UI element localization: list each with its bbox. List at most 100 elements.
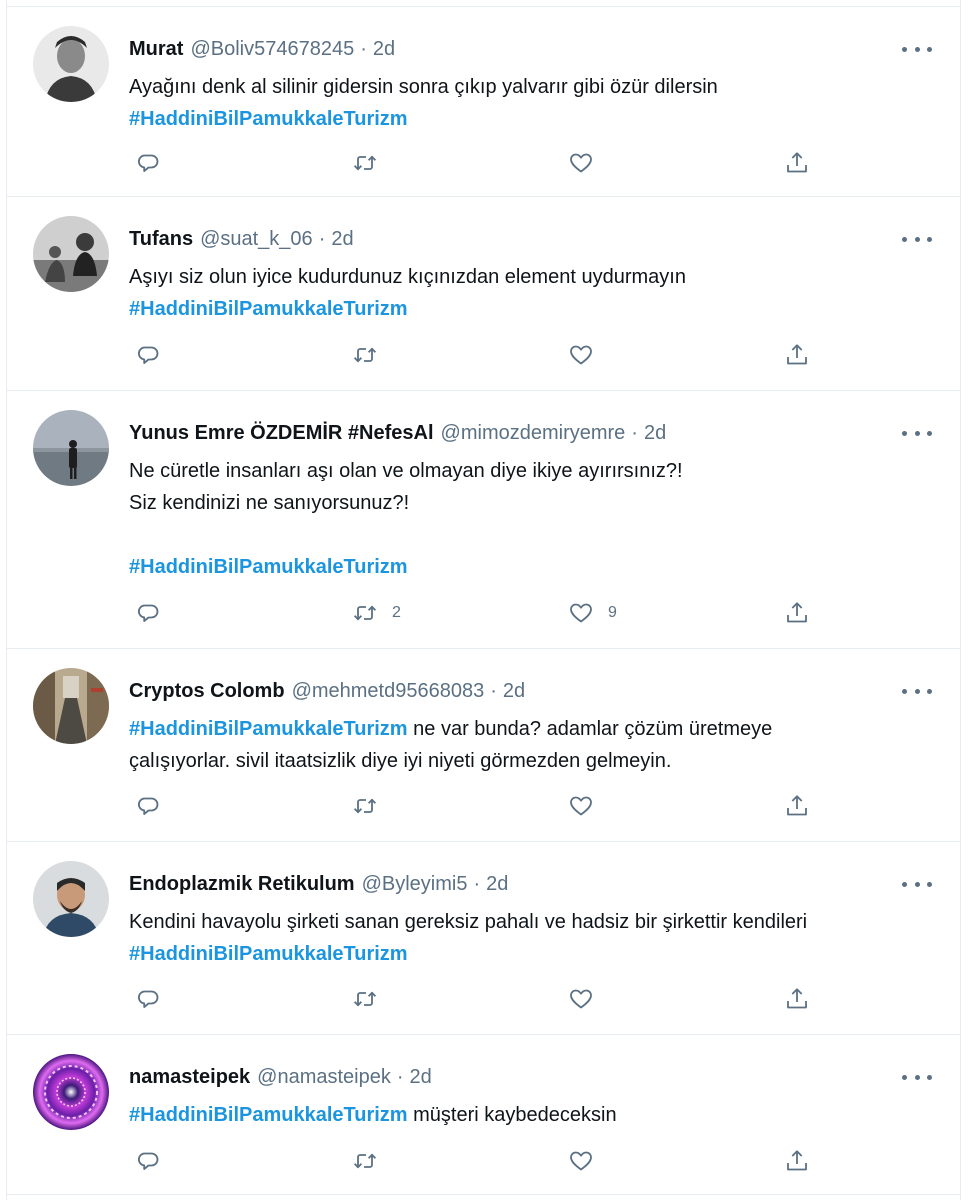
tweet-timestamp[interactable]: 2d (503, 680, 525, 703)
retweet-button[interactable] (352, 340, 392, 370)
share-button[interactable] (784, 598, 810, 628)
tweet-actions (129, 1146, 810, 1176)
tweet-line: Aşıyı siz olun iyice kudurdunuz kıçınızd… (129, 266, 686, 288)
share-icon (787, 795, 807, 816)
author-handle[interactable]: @Byleyimi5 (362, 873, 468, 896)
avatar[interactable] (33, 410, 109, 486)
tweet-header: Yunus Emre ÖZDEMİR #NefesAl @mimozdemiry… (129, 419, 666, 447)
share-icon (787, 344, 807, 365)
tweet-line: Ne cüretle insanları aşı olan ve olmayan… (129, 460, 683, 482)
share-button[interactable] (784, 148, 810, 178)
reply-button[interactable] (136, 984, 162, 1014)
share-button[interactable] (784, 791, 810, 821)
reply-button[interactable] (136, 791, 162, 821)
tweet-actions: 2 9 (129, 598, 810, 628)
hashtag-link[interactable]: #HaddiniBilPamukkaleTurizm (129, 718, 408, 740)
like-button[interactable] (568, 984, 608, 1014)
tweet-timestamp[interactable]: 2d (373, 38, 395, 61)
tweet-card[interactable]: Tufans @suat_k_06 · 2d Aşıyı siz olun iy… (7, 197, 960, 391)
avatar[interactable] (33, 668, 109, 744)
more-options-icon[interactable] (902, 425, 932, 441)
author-handle[interactable]: @suat_k_06 (200, 228, 313, 251)
tweet-text-inline: müşteri kaybedeceksin (407, 1104, 617, 1126)
tweet-card[interactable]: Yunus Emre ÖZDEMİR #NefesAl @mimozdemiry… (7, 391, 960, 649)
share-button[interactable] (784, 984, 810, 1014)
author-name[interactable]: Cryptos Colomb (129, 680, 285, 703)
tweet-timestamp[interactable]: 2d (410, 1066, 432, 1089)
like-button[interactable] (568, 148, 608, 178)
tweet-card[interactable]: Murat @Boliv574678245 · 2d Ayağını denk … (7, 6, 960, 197)
retweet-button[interactable] (352, 984, 392, 1014)
more-options-icon[interactable] (902, 683, 932, 699)
tweet-card[interactable]: Endoplazmik Retikulum @Byleyimi5 · 2d Ke… (7, 842, 960, 1035)
hashtag-link[interactable]: #HaddiniBilPamukkaleTurizm (129, 103, 938, 135)
author-handle[interactable]: @mehmetd95668083 (292, 680, 485, 703)
reply-icon (137, 1152, 159, 1170)
hashtag-link[interactable]: #HaddiniBilPamukkaleTurizm (129, 1104, 408, 1126)
separator-dot: · (473, 872, 481, 895)
tweet-line: Ayağını denk al silinir gidersin sonra ç… (129, 76, 718, 98)
author-handle[interactable]: @namasteipek (257, 1066, 391, 1089)
tweet-line: Kendini havayolu şirketi sanan gereksiz … (129, 911, 808, 933)
more-options-icon[interactable] (902, 41, 932, 57)
reply-button[interactable] (136, 598, 162, 628)
reply-icon (137, 990, 159, 1008)
tweet-timestamp[interactable]: 2d (644, 422, 666, 445)
retweet-icon (353, 991, 377, 1007)
author-name[interactable]: Tufans (129, 228, 193, 251)
avatar[interactable] (33, 1054, 109, 1130)
like-button[interactable] (568, 340, 608, 370)
reply-button[interactable] (136, 148, 162, 178)
author-handle[interactable]: @Boliv574678245 (190, 38, 354, 61)
author-name[interactable]: Yunus Emre ÖZDEMİR #NefesAl (129, 422, 434, 445)
avatar[interactable] (33, 216, 109, 292)
hashtag-link[interactable]: #HaddiniBilPamukkaleTurizm (129, 293, 938, 325)
share-icon (787, 152, 807, 173)
author-name[interactable]: namasteipek (129, 1066, 250, 1089)
retweet-icon (353, 347, 377, 363)
tweet-text-inline: ne var bunda? adamlar çözüm üretmeye (407, 718, 773, 740)
more-options-icon[interactable] (902, 1069, 932, 1085)
hashtag-link[interactable]: #HaddiniBilPamukkaleTurizm (129, 551, 938, 583)
share-icon (787, 1150, 807, 1171)
retweet-button[interactable]: 2 (352, 598, 401, 628)
like-button[interactable] (568, 791, 608, 821)
more-options-icon[interactable] (902, 876, 932, 892)
separator-dot: · (490, 679, 497, 702)
retweet-icon (353, 605, 377, 621)
tweet-text: #HaddiniBilPamukkaleTurizm ne var bunda?… (129, 713, 938, 777)
tweet-timestamp[interactable]: 2d (331, 228, 353, 251)
author-name[interactable]: Endoplazmik Retikulum (129, 873, 355, 896)
author-handle[interactable]: @mimozdemiryemre (441, 422, 626, 445)
reply-button[interactable] (136, 1146, 162, 1176)
tweet-card[interactable]: Cryptos Colomb @mehmetd95668083 · 2d #Ha… (7, 649, 960, 842)
tweet-timestamp[interactable]: 2d (486, 873, 508, 896)
reply-icon (137, 797, 159, 815)
share-button[interactable] (784, 340, 810, 370)
tweet-actions (129, 984, 810, 1014)
retweet-count: 2 (392, 604, 401, 621)
heart-icon (570, 153, 592, 173)
separator-dot: · (360, 37, 367, 60)
like-button[interactable]: 9 (568, 598, 617, 628)
heart-icon (570, 345, 592, 365)
tweet-card[interactable]: namasteipek @namasteipek · 2d #HaddiniBi… (7, 1035, 960, 1195)
share-button[interactable] (784, 1146, 810, 1176)
heart-icon (570, 1151, 592, 1171)
retweet-icon (353, 1153, 377, 1169)
share-icon (787, 988, 807, 1009)
like-button[interactable] (568, 1146, 608, 1176)
hashtag-link[interactable]: #HaddiniBilPamukkaleTurizm (129, 938, 938, 970)
retweet-icon (353, 798, 377, 814)
retweet-button[interactable] (352, 791, 392, 821)
retweet-button[interactable] (352, 1146, 392, 1176)
separator-dot: · (318, 227, 326, 250)
avatar[interactable] (33, 26, 109, 102)
reply-button[interactable] (136, 340, 162, 370)
avatar[interactable] (33, 861, 109, 937)
tweet-text: Ne cüretle insanları aşı olan ve olmayan… (129, 455, 938, 583)
retweet-button[interactable] (352, 148, 392, 178)
author-name[interactable]: Murat (129, 38, 183, 61)
more-options-icon[interactable] (902, 231, 932, 247)
